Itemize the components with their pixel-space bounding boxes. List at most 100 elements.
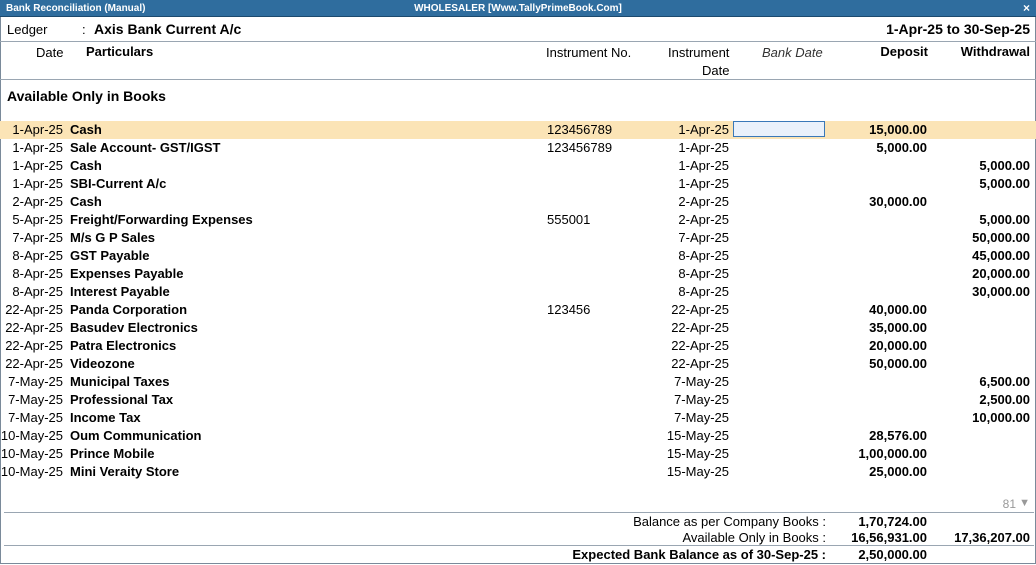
col-deposit: Deposit: [880, 44, 928, 59]
row-particulars: Professional Tax: [70, 392, 174, 407]
row-date: 22-Apr-25: [5, 338, 63, 353]
row-particulars: SBI-Current A/c: [70, 176, 167, 191]
row-instrument-date: 22-Apr-25: [671, 338, 729, 353]
table-row[interactable]: 8-Apr-25 Expenses Payable 8-Apr-25 20,000.0…: [0, 265, 1036, 283]
row-deposit: 28,576.00: [869, 428, 927, 443]
balance-company-label: Balance as per Company Books :: [633, 514, 826, 529]
row-date: 8-Apr-25: [12, 266, 63, 281]
row-date: 10-May-25: [0, 428, 63, 443]
table-row[interactable]: 22-Apr-25 Patra Electronics 22-Apr-25 20,00…: [0, 337, 1036, 355]
row-instrument-date: 15-May-25: [666, 446, 729, 461]
available-books-label: Available Only in Books :: [682, 530, 826, 545]
table-row[interactable]: 7-May-25 Municipal Taxes 7-May-25 6,500.00: [0, 373, 1036, 391]
row-instrument-date: 1-Apr-25: [678, 158, 729, 173]
ledger-bar: Ledger : Axis Bank Current A/c 1-Apr-25 …: [0, 17, 1036, 42]
table-row[interactable]: 1-Apr-25 Cash 123456789 1-Apr-25 15,000.00: [0, 121, 1036, 139]
row-withdrawal: 10,000.00: [972, 410, 1030, 425]
ledger-colon: :: [82, 22, 86, 37]
row-deposit: 25,000.00: [869, 464, 927, 479]
row-particulars: Videozone: [70, 356, 135, 371]
row-instrument-date: 2-Apr-25: [678, 194, 729, 209]
col-date: Date: [36, 45, 64, 60]
row-particulars: Patra Electronics: [70, 338, 177, 353]
report-period[interactable]: 1-Apr-25 to 30-Sep-25: [886, 21, 1030, 37]
col-bank-date: Bank Date: [762, 45, 823, 60]
row-withdrawal: 50,000.00: [972, 230, 1030, 245]
col-instrument-date-line2: Date: [702, 63, 730, 78]
scroll-down-icon[interactable]: ▼: [1019, 497, 1030, 509]
bank-date-input[interactable]: [733, 121, 825, 137]
col-withdrawal: Withdrawal: [960, 44, 1030, 59]
row-particulars: Freight/Forwarding Expenses: [70, 212, 253, 227]
row-instrument-no: 123456: [547, 302, 591, 317]
table-row[interactable]: 10-May-25 Mini Veraity Store 15-May-25 25,0…: [0, 463, 1036, 481]
row-date: 1-Apr-25: [12, 158, 63, 173]
record-count: 81: [1002, 497, 1016, 511]
table-row[interactable]: 5-Apr-25 Freight/Forwarding Expenses 55500…: [0, 211, 1036, 229]
row-instrument-no: 555001: [547, 212, 591, 227]
row-withdrawal: 30,000.00: [972, 284, 1030, 299]
table-row[interactable]: 22-Apr-25 Videozone 22-Apr-25 50,000.00: [0, 355, 1036, 373]
ledger-name[interactable]: Axis Bank Current A/c: [94, 21, 241, 37]
table-row[interactable]: 10-May-25 Oum Communication 15-May-25 28,57…: [0, 427, 1036, 445]
row-withdrawal: 5,000.00: [979, 176, 1030, 191]
table-row[interactable]: 22-Apr-25 Basudev Electronics 22-Apr-25 35,…: [0, 319, 1036, 337]
row-deposit: 50,000.00: [869, 356, 927, 371]
table-row[interactable]: 7-May-25 Professional Tax 7-May-25 2,500.00: [0, 391, 1036, 409]
row-deposit: 15,000.00: [869, 122, 927, 137]
row-deposit: 40,000.00: [869, 302, 927, 317]
row-instrument-date: 2-Apr-25: [678, 212, 729, 227]
column-header: Date Particulars Instrument No. Instrume…: [0, 42, 1036, 80]
balance-company-deposit: 1,70,724.00: [858, 514, 927, 529]
row-date: 7-May-25: [8, 374, 63, 389]
row-instrument-date: 15-May-25: [666, 428, 729, 443]
row-deposit: 5,000.00: [876, 140, 927, 155]
row-date: 10-May-25: [0, 464, 63, 479]
row-date: 5-Apr-25: [12, 212, 63, 227]
row-date: 8-Apr-25: [12, 284, 63, 299]
row-date: 1-Apr-25: [12, 140, 63, 155]
row-instrument-date: 7-Apr-25: [678, 230, 729, 245]
row-particulars: Income Tax: [70, 410, 141, 425]
row-date: 1-Apr-25: [12, 176, 63, 191]
row-date: 22-Apr-25: [5, 320, 63, 335]
col-instrument-no: Instrument No.: [546, 45, 632, 60]
row-instrument-date: 1-Apr-25: [678, 140, 729, 155]
row-deposit: 35,000.00: [869, 320, 927, 335]
table-row[interactable]: 22-Apr-25 Panda Corporation 123456 22-Apr-2…: [0, 301, 1036, 319]
table-row[interactable]: 1-Apr-25 Cash 1-Apr-25 5,000.00: [0, 157, 1036, 175]
table-row[interactable]: 7-May-25 Income Tax 7-May-25 10,000.00: [0, 409, 1036, 427]
row-withdrawal: 20,000.00: [972, 266, 1030, 281]
table-row[interactable]: 1-Apr-25 SBI-Current A/c 1-Apr-25 5,000.00: [0, 175, 1036, 193]
col-particulars: Particulars: [86, 44, 154, 59]
row-particulars: Cash: [70, 158, 102, 173]
row-withdrawal: 2,500.00: [979, 392, 1030, 407]
company-name: WHOLESALER [Www.TallyPrimeBook.Com]: [414, 3, 622, 14]
table-row[interactable]: 2-Apr-25 Cash 2-Apr-25 30,000.00: [0, 193, 1036, 211]
row-date: 2-Apr-25: [12, 194, 63, 209]
table-row[interactable]: 8-Apr-25 Interest Payable 8-Apr-25 30,000.0…: [0, 283, 1036, 301]
transaction-list: 1-Apr-25 Cash 123456789 1-Apr-25 15,000.00 1-…: [0, 121, 1036, 481]
row-particulars: Municipal Taxes: [70, 374, 170, 389]
row-particulars: Interest Payable: [70, 284, 170, 299]
row-particulars: Expenses Payable: [70, 266, 184, 281]
row-particulars: Panda Corporation: [70, 302, 188, 317]
row-date: 1-Apr-25: [12, 122, 63, 137]
row-date: 22-Apr-25: [5, 302, 63, 317]
table-row[interactable]: 7-Apr-25 M/s G P Sales 7-Apr-25 50,000.00: [0, 229, 1036, 247]
row-deposit: 30,000.00: [869, 194, 927, 209]
row-instrument-date: 8-Apr-25: [678, 284, 729, 299]
row-instrument-no: 123456789: [547, 122, 613, 137]
row-instrument-date: 7-May-25: [674, 410, 729, 425]
row-date: 7-May-25: [8, 410, 63, 425]
close-icon[interactable]: ×: [1023, 1, 1030, 15]
row-particulars: Cash: [70, 194, 102, 209]
row-particulars: Cash: [70, 122, 102, 137]
row-instrument-date: 8-Apr-25: [678, 266, 729, 281]
row-particulars: Oum Communication: [70, 428, 202, 443]
table-row[interactable]: 1-Apr-25 Sale Account- GST/IGST 123456789 1…: [0, 139, 1036, 157]
row-instrument-date: 8-Apr-25: [678, 248, 729, 263]
table-row[interactable]: 8-Apr-25 GST Payable 8-Apr-25 45,000.00: [0, 247, 1036, 265]
expected-balance-deposit: 2,50,000.00: [858, 547, 927, 562]
table-row[interactable]: 10-May-25 Prince Mobile 15-May-25 1,00,000.…: [0, 445, 1036, 463]
